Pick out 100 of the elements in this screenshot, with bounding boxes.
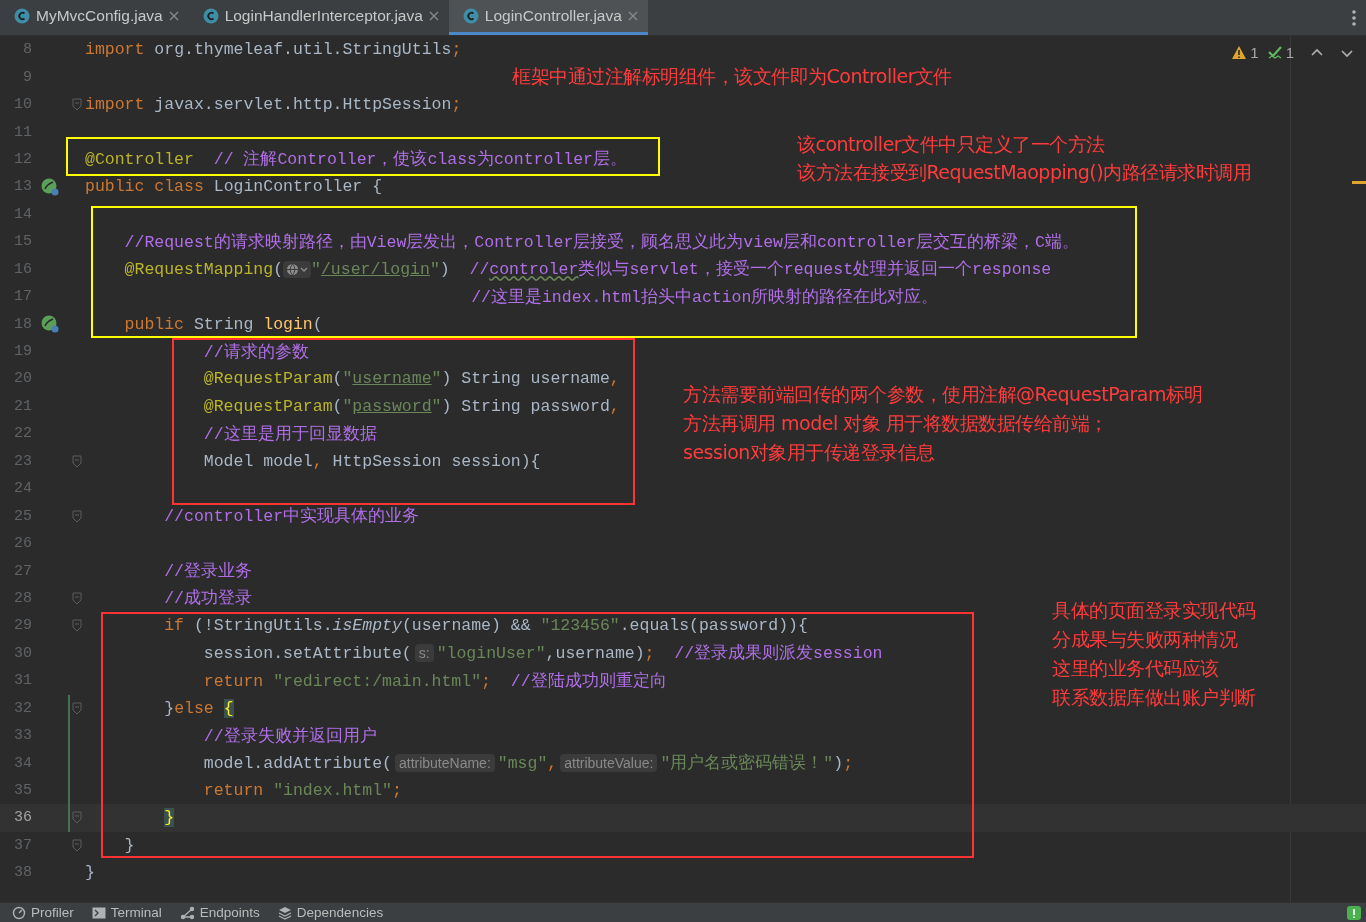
fold-icon[interactable] [71,509,82,523]
fold-icon[interactable] [71,811,82,825]
bean-icon[interactable] [40,314,60,335]
code-text: "用户名或密码错误！"); [660,752,854,775]
code-text: }else { [163,698,234,718]
annotation-text: 方法需要前端回传的两个参数，使用注解@RequestParam标明 [683,382,1203,407]
close-icon[interactable] [627,11,638,21]
line-number: 12 [13,150,32,168]
code-text: @RequestParam("password") String password, [202,396,620,416]
code-text: return "redirect:/main.html"; //登陆成功则重定向 [202,670,667,692]
annotation-text: 该方法在接受到RequestMaopping()内路径请求时调用 [797,160,1252,185]
line-number: 28 [13,589,32,607]
line-number: 18 [13,315,32,333]
code-text: @RequestMapping( [123,259,284,279]
check-icon [1266,45,1283,60]
parameter-hint: attributeName: [394,754,495,773]
warning-icon [1231,45,1248,60]
tool-window-button[interactable]: Endpoints [179,905,260,920]
code-text: model.addAttribute( [202,753,392,773]
line-number: 19 [13,343,32,361]
fold-icon[interactable] [71,701,82,715]
scroll-marker [1352,181,1366,184]
code-text: @Controller // 注解Controller，使该class为controller层。 [85,148,627,171]
line-number: 38 [13,864,32,882]
line-number: 9 [22,68,32,86]
code-text: } [163,808,175,828]
editor-tab[interactable]: LoginHandlerInterceptor.java [188,0,449,35]
line-number: 27 [13,562,32,580]
line-number: 20 [13,370,32,388]
code-text: public String login( [123,314,323,334]
line-number: 14 [13,205,32,223]
code-text: Model model, HttpSession session){ [202,451,541,471]
code-text: return "index.html"; [202,781,402,801]
code-text: } [85,863,95,883]
code-text: "loginUser",username); //登录成果则派发session [436,643,883,665]
class-icon [462,8,479,24]
line-number: 13 [13,178,32,196]
bean-icon[interactable] [40,176,60,197]
line-number: 33 [13,727,32,745]
annotation-text: session对象用于传递登录信息 [683,440,935,465]
terminal-icon [91,906,106,919]
line-number: 15 [13,233,32,251]
warning-count[interactable]: 1 [1250,44,1259,61]
tool-window-button[interactable]: Profiler [12,905,74,920]
gauge-icon [12,905,26,920]
fold-icon[interactable] [71,838,82,852]
globe-icon[interactable] [283,260,312,278]
fold-icon[interactable] [71,591,82,605]
annotation-text: 联系数据库做出账户判断 [1052,685,1256,710]
close-icon[interactable] [428,11,439,21]
status-icon [1347,905,1361,920]
close-icon[interactable] [168,11,179,21]
line-number: 23 [13,452,32,470]
tool-window-button[interactable]: Terminal [91,905,162,920]
fold-icon[interactable] [71,98,82,112]
code-text: import javax.servlet.http.HttpSession; [85,95,462,115]
line-number: 34 [13,754,32,772]
code-text: //请求的参数 [202,341,309,363]
line-number: 25 [13,507,32,525]
annotation-text: 具体的页面登录实现代码 [1052,598,1256,623]
code-text: } [123,835,135,855]
code-text: "/user/login") //controler类似与servlet，接受一个request处理并返回一个response [311,258,1052,281]
line-number: 29 [13,617,32,635]
chevron-up-icon[interactable] [1310,47,1324,58]
tool-window-button[interactable]: Dependencies [277,905,384,920]
line-number: 31 [13,672,32,690]
annotation-text: 框架中通过注解标明组件，该文件即为Controller文件 [512,64,952,89]
line-number: 36 [13,809,32,827]
code-text: //这里是index.html抬头中action所映射的路径在此对应。 [470,286,939,308]
class-icon [202,8,219,24]
line-number: 21 [13,397,32,415]
code-text: "msg", [497,753,558,773]
editor-tab[interactable]: LoginController.java [448,0,648,35]
code-text: import org.thymeleaf.util.StringUtils; [85,40,462,60]
annotation-text: 分成果与失败两种情况 [1052,627,1237,652]
editor-tab[interactable]: MyMvcConfig.java [0,0,189,35]
chevron-down-icon[interactable] [1340,47,1354,58]
annotation-text: 方法再调用 model 对象 用于将数据数据传给前端； [683,411,1108,436]
line-number: 37 [13,836,32,854]
code-text: //这里是用于回显数据 [202,423,377,445]
code-text: if (!StringUtils.isEmpty(username) && "123456".equals(password)){ [163,616,808,636]
class-icon [14,8,30,24]
endpoints-icon [179,905,195,920]
code-text: //成功登录 [163,588,253,610]
code-text: //controller中实现具体的业务 [163,506,420,528]
line-number: 8 [22,41,32,59]
line-number: 16 [13,260,32,278]
line-number: 17 [13,288,32,306]
code-text: @RequestParam("username") String username, [202,369,620,389]
line-number: 32 [13,699,32,717]
line-number: 22 [13,425,32,443]
passed-count[interactable]: 1 [1285,44,1294,61]
line-number: 26 [13,535,32,553]
line-number: 35 [13,782,32,800]
code-text: //登录业务 [163,561,253,583]
annotation-text: 该controller文件中只定义了一个方法 [797,132,1105,157]
code-text: session.setAttribute( [202,643,412,663]
fold-icon[interactable] [71,454,82,468]
fold-icon[interactable] [71,619,82,633]
code-text: //登录失败并返回用户 [202,725,377,747]
